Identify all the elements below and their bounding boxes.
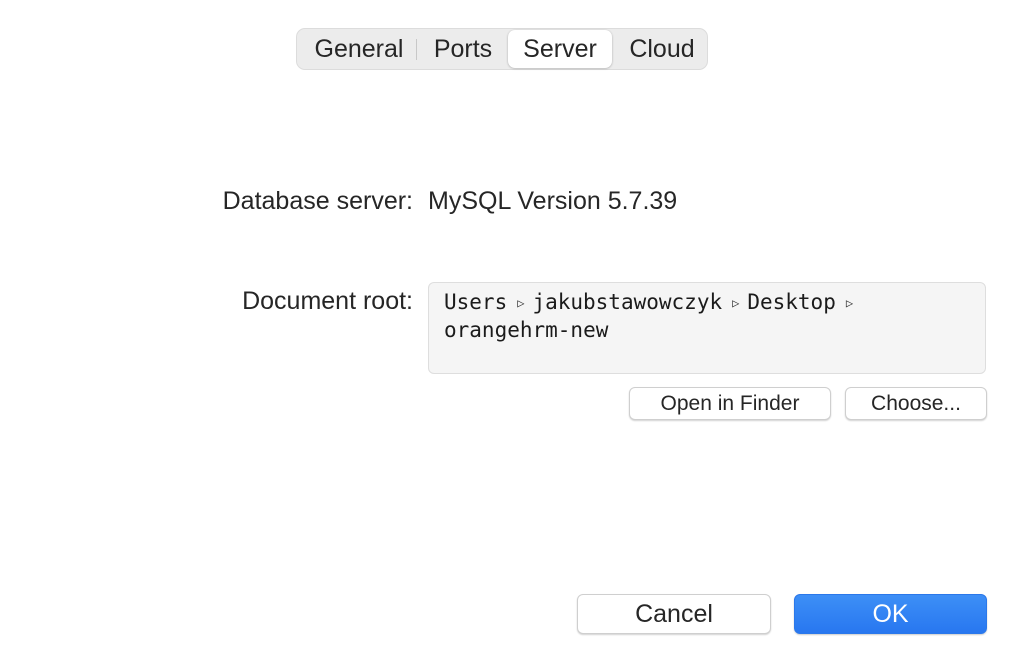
preferences-tabs: General Ports Server Cloud <box>296 28 708 70</box>
path-line-1: Users ▷ jakubstawowczyk ▷ Desktop ▷ <box>444 289 970 317</box>
open-in-finder-button[interactable]: Open in Finder <box>629 387 831 420</box>
choose-button[interactable]: Choose... <box>845 387 987 420</box>
triangle-right-icon: ▷ <box>517 296 525 310</box>
database-server-label: Database server: <box>222 187 413 215</box>
path-segment: jakubstawowczyk <box>532 290 723 314</box>
document-root-label: Document root: <box>242 287 413 315</box>
cancel-button[interactable]: Cancel <box>577 594 771 634</box>
path-segment: orangehrm-new <box>444 318 609 342</box>
tab-server[interactable]: Server <box>508 30 612 68</box>
preferences-server-pane: General Ports Server Cloud Database serv… <box>0 0 1014 666</box>
tab-separator <box>416 39 417 60</box>
triangle-right-icon: ▷ <box>845 296 854 310</box>
tab-ports[interactable]: Ports <box>419 30 507 68</box>
path-line-2: orangehrm-new <box>444 317 970 344</box>
triangle-right-icon: ▷ <box>732 296 740 310</box>
path-segment: Users <box>444 290 508 314</box>
tab-general[interactable]: General <box>303 30 415 68</box>
tab-cloud[interactable]: Cloud <box>615 30 709 68</box>
ok-button[interactable]: OK <box>794 594 987 634</box>
document-root-path-control[interactable]: Users ▷ jakubstawowczyk ▷ Desktop ▷ orangehrm… <box>428 282 986 374</box>
database-server-value: MySQL Version 5.7.39 <box>428 187 678 215</box>
path-segment: Desktop <box>747 290 836 314</box>
